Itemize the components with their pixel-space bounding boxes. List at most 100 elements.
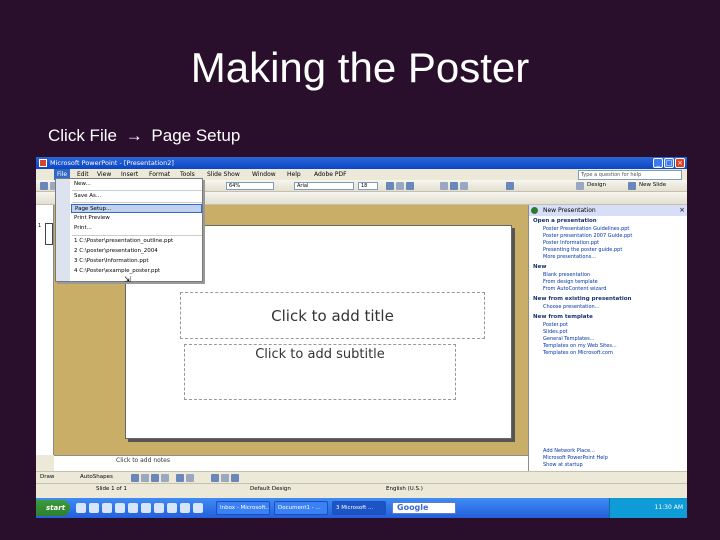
autocontent-wizard-link[interactable]: From AutoContent wizard xyxy=(543,286,606,292)
new-slide-button[interactable]: New Slide xyxy=(639,182,666,188)
design-icon[interactable] xyxy=(576,182,584,190)
title-placeholder[interactable]: Click to add title xyxy=(180,292,485,339)
template-link[interactable]: Slides.pot xyxy=(543,329,568,335)
line-icon[interactable] xyxy=(131,474,139,482)
start-button[interactable]: start xyxy=(36,500,70,516)
recent-file-link[interactable]: Poster Presentation Guidelines.ppt xyxy=(543,226,629,232)
menu-slide-show[interactable]: Slide Show xyxy=(204,169,243,180)
help-search-input[interactable]: Type a question for help xyxy=(578,170,682,180)
section-new: New xyxy=(533,264,547,270)
more-presentations-link[interactable]: More presentations... xyxy=(543,254,596,260)
design-button[interactable]: Design xyxy=(587,182,606,188)
taskbar-button-document[interactable]: Document1 - ... xyxy=(274,501,328,515)
maximize-button[interactable]: □ xyxy=(664,158,674,168)
add-network-place-link[interactable]: Add Network Place... xyxy=(543,448,595,454)
right-arrow-icon: → xyxy=(125,126,143,145)
template-link[interactable]: General Templates... xyxy=(543,336,594,342)
draw-menu[interactable]: Draw xyxy=(40,474,54,480)
font-color-icon[interactable] xyxy=(506,182,514,190)
wordart-icon[interactable] xyxy=(186,474,194,482)
quicklaunch-icon[interactable] xyxy=(154,503,164,513)
template-link[interactable]: Templates on my Web Sites... xyxy=(543,343,617,349)
menu-item-recent-file[interactable]: 1 C:\Poster\presentation_outline.ppt xyxy=(71,237,202,246)
notes-pane[interactable]: Click to add notes xyxy=(54,455,528,471)
quicklaunch-icon[interactable] xyxy=(76,503,86,513)
menu-window[interactable]: Window xyxy=(249,169,279,180)
status-design: Default Design xyxy=(250,486,291,492)
arrow-icon[interactable] xyxy=(141,474,149,482)
menu-help[interactable]: Help xyxy=(284,169,304,180)
quicklaunch-icon[interactable] xyxy=(128,503,138,513)
new-slide-icon[interactable] xyxy=(628,182,636,190)
align-right-icon[interactable] xyxy=(460,182,468,190)
line-color-icon[interactable] xyxy=(221,474,229,482)
blank-presentation-link[interactable]: Blank presentation xyxy=(543,272,590,278)
textbox-icon[interactable] xyxy=(176,474,184,482)
bold-icon[interactable] xyxy=(386,182,394,190)
rectangle-icon[interactable] xyxy=(151,474,159,482)
menu-separator xyxy=(72,235,202,236)
underline-icon[interactable] xyxy=(406,182,414,190)
menu-item-recent-file[interactable]: 4 C:\Poster\example_poster.ppt xyxy=(71,267,202,276)
choose-presentation-link[interactable]: Choose presentation... xyxy=(543,304,599,310)
menu-separator xyxy=(72,190,202,191)
menu-adobe-pdf[interactable]: Adobe PDF xyxy=(311,169,350,180)
drawing-toolbar: Draw AutoShapes xyxy=(36,471,687,483)
recent-file-link[interactable]: Poster presentation 2007 Guide.ppt xyxy=(543,233,632,239)
subtitle-placeholder[interactable]: Click to add subtitle xyxy=(184,344,456,400)
slide-title: Making the Poster xyxy=(190,44,530,91)
mouse-cursor-icon: ⇲ xyxy=(124,275,131,284)
quicklaunch-icon[interactable] xyxy=(141,503,151,513)
design-template-link[interactable]: From design template xyxy=(543,279,598,285)
menu-item-page-setup[interactable]: Page Setup... xyxy=(71,204,202,213)
recent-file-link[interactable]: Poster Information.ppt xyxy=(543,240,599,246)
font-size-select[interactable]: 18 xyxy=(358,182,378,190)
powerpoint-help-link[interactable]: Microsoft PowerPoint Help xyxy=(543,455,608,461)
oval-icon[interactable] xyxy=(161,474,169,482)
template-link[interactable]: Templates on Microsoft.com xyxy=(543,350,613,356)
close-button[interactable]: × xyxy=(675,158,685,168)
new-icon[interactable] xyxy=(40,182,48,190)
align-left-icon[interactable] xyxy=(440,182,448,190)
template-link[interactable]: Poster.pot xyxy=(543,322,568,328)
menu-separator xyxy=(72,202,202,203)
subtitle-text-start: Click File xyxy=(48,126,117,145)
menu-item-recent-file[interactable]: 3 C:\Poster\Information.ppt xyxy=(71,257,202,266)
show-at-startup-checkbox[interactable]: Show at startup xyxy=(543,462,583,468)
italic-icon[interactable] xyxy=(396,182,404,190)
minimize-button[interactable]: _ xyxy=(653,158,663,168)
align-center-icon[interactable] xyxy=(450,182,458,190)
quicklaunch-icon[interactable] xyxy=(167,503,177,513)
menu-item-print-preview[interactable]: Print Preview xyxy=(71,214,202,223)
menu-icon-strip xyxy=(56,179,70,281)
taskbar-button-inbox[interactable]: Inbox - Microsoft... xyxy=(216,501,270,515)
menu-item-new[interactable]: New... xyxy=(71,180,202,189)
slide-thumbnail[interactable] xyxy=(45,223,53,245)
slides-pane: 1 xyxy=(36,205,54,455)
quicklaunch-icon[interactable] xyxy=(193,503,203,513)
quicklaunch-icon[interactable] xyxy=(89,503,99,513)
back-icon[interactable] xyxy=(531,207,538,214)
system-tray: 11:30 AM xyxy=(609,498,687,518)
menu-item-print[interactable]: Print... xyxy=(71,224,202,233)
quicklaunch-icon[interactable] xyxy=(115,503,125,513)
fill-color-icon[interactable] xyxy=(211,474,219,482)
powerpoint-app-icon xyxy=(39,159,47,167)
section-from-template: New from template xyxy=(533,314,593,320)
windows-taskbar: start Inbox - Microsoft... Document1 - .… xyxy=(36,498,687,518)
menu-item-recent-file[interactable]: 2 C:\poster\presentation_2004 xyxy=(71,247,202,256)
quicklaunch-icon[interactable] xyxy=(180,503,190,513)
slide-subtitle: Click File → Page Setup xyxy=(48,126,240,146)
window-title: Microsoft PowerPoint - [Presentation2] xyxy=(50,159,174,167)
menu-item-save-as[interactable]: Save As... xyxy=(71,192,202,201)
section-from-existing: New from existing presentation xyxy=(533,296,632,302)
quicklaunch-icon[interactable] xyxy=(102,503,112,513)
taskbar-button-powerpoint[interactable]: 3 Microsoft ... xyxy=(332,501,386,515)
font-name-select[interactable]: Arial xyxy=(294,182,354,190)
google-search-box[interactable]: Google xyxy=(392,502,456,514)
zoom-select[interactable]: 64% xyxy=(226,182,274,190)
recent-file-link[interactable]: Presenting the poster guide.ppt xyxy=(543,247,622,253)
draw-font-color-icon[interactable] xyxy=(231,474,239,482)
close-icon[interactable]: × xyxy=(679,205,685,216)
autoshapes-menu[interactable]: AutoShapes xyxy=(80,474,113,480)
